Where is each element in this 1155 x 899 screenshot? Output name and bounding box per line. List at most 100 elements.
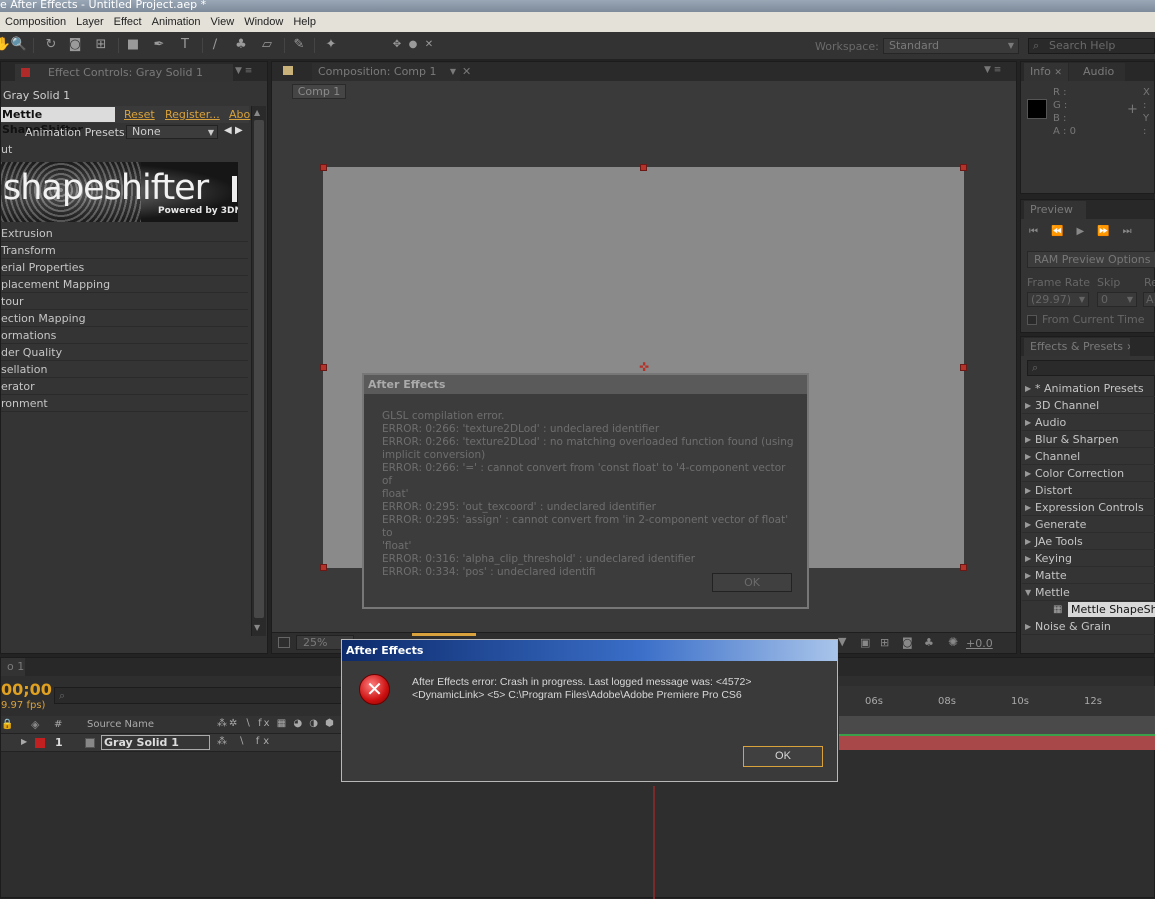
expand-icon[interactable]: ▶ <box>1025 380 1031 396</box>
channel-icon[interactable]: ▼ <box>838 635 846 648</box>
effects-search-input[interactable]: ⌕ <box>1027 360 1155 376</box>
skip-select[interactable]: 0 ▼ <box>1097 292 1137 307</box>
anchor-point-icon[interactable]: ✜ <box>639 360 649 374</box>
always-preview-icon[interactable] <box>278 637 290 648</box>
ep-item[interactable]: ▶ Keying <box>1022 550 1155 567</box>
resolution-select[interactable]: A <box>1143 292 1155 307</box>
close-icon[interactable]: ✕ <box>462 65 471 78</box>
ram-preview-options[interactable]: RAM Preview Options <box>1027 251 1155 268</box>
expand-icon[interactable]: ▶ <box>1025 499 1031 515</box>
tab-info[interactable]: Info ✕ <box>1024 63 1068 81</box>
eraser-icon[interactable]: ▱ <box>258 36 276 54</box>
scroll-up-icon[interactable]: ▲ <box>254 108 260 117</box>
about-link[interactable]: Abo <box>229 108 250 121</box>
group-row[interactable]: sellation <box>1 361 248 378</box>
exposure-icon[interactable]: ✺ <box>948 635 958 649</box>
zoom-icon[interactable]: 🔍 <box>10 36 28 54</box>
ep-item[interactable]: ▶ Color Correction <box>1022 465 1155 482</box>
ep-item[interactable]: ▶ Matte <box>1022 567 1155 584</box>
workspace-select[interactable]: Standard ▼ <box>883 38 1019 54</box>
menu-view[interactable]: View <box>206 16 240 28</box>
ep-item[interactable]: ▶ Blur & Sharpen <box>1022 431 1155 448</box>
comp-breadcrumb[interactable]: Comp 1 <box>292 84 346 99</box>
effect-name[interactable]: Mettle ShapeShifter <box>1 107 115 136</box>
ep-item[interactable]: ▶ JAe Tools <box>1022 533 1155 550</box>
layer-switches[interactable]: ⁂ ∖ fx <box>217 736 273 747</box>
layer-handle[interactable] <box>320 564 327 571</box>
tab-effects-presets[interactable]: Effects & Presets ✕ <box>1024 338 1130 356</box>
flowchart-icon[interactable]: ♣ <box>924 636 934 649</box>
tab-timeline[interactable]: o 1 <box>1 658 25 676</box>
prev-frame-icon[interactable]: ⏪ <box>1051 226 1076 237</box>
axis-view-icon[interactable]: ✕ <box>420 36 438 54</box>
register-link[interactable]: Register... <box>165 108 220 121</box>
menu-layer[interactable]: Layer <box>71 16 109 28</box>
ep-item[interactable]: ▶ Channel <box>1022 448 1155 465</box>
snapshot-icon[interactable]: ◙ <box>902 636 913 649</box>
rotate-icon[interactable]: ↻ <box>42 36 60 54</box>
layer-handle[interactable] <box>960 164 967 171</box>
search-help-input[interactable]: ⌕ Search Help <box>1028 38 1155 54</box>
group-row[interactable]: tour <box>1 293 248 310</box>
group-row[interactable]: ronment <box>1 395 248 412</box>
puppet-pin-icon[interactable]: ✦ <box>322 36 340 54</box>
group-row[interactable]: erator <box>1 378 248 395</box>
expand-icon[interactable]: ▶ <box>1025 618 1031 634</box>
lock-icon[interactable]: 🔒 <box>1 719 13 730</box>
frame-rate-select[interactable]: (29.97) ▼ <box>1027 292 1089 307</box>
ep-item[interactable]: ▶ Generate <box>1022 516 1155 533</box>
animation-presets-select[interactable]: None ▼ <box>126 125 218 139</box>
group-row[interactable]: ormations <box>1 327 248 344</box>
timeline-search-input[interactable]: ⌕ <box>54 687 344 704</box>
menu-effect[interactable]: Effect <box>109 16 147 28</box>
panel-menu-icon[interactable]: ▼ ≡ <box>984 65 1001 75</box>
transparency-icon[interactable]: ⊞ <box>880 636 889 649</box>
tab-effect-controls[interactable]: Effect Controls: Gray Solid 1 <box>15 64 233 82</box>
menu-help[interactable]: Help <box>288 16 321 28</box>
layer-name-field[interactable]: Gray Solid 1 <box>101 735 210 750</box>
first-frame-icon[interactable]: ⏮ <box>1029 226 1051 237</box>
menu-window[interactable]: Window <box>239 16 288 28</box>
group-row[interactable]: erial Properties <box>1 259 248 276</box>
ep-item[interactable]: ▶ Distort <box>1022 482 1155 499</box>
scroll-thumb[interactable] <box>254 120 264 618</box>
table-row[interactable]: ▶ 1 Gray Solid 1 ⁂ ∖ fx <box>1 734 341 752</box>
pen-icon[interactable]: ✒ <box>150 36 168 54</box>
label-color-icon[interactable] <box>35 738 45 748</box>
ep-item[interactable]: ▶ * Animation Presets <box>1022 380 1155 397</box>
current-time-indicator[interactable] <box>653 786 655 899</box>
camera-icon[interactable]: ◙ <box>66 36 84 54</box>
expand-icon[interactable]: ▶ <box>1025 448 1031 464</box>
collapse-icon[interactable]: ▼ <box>1025 584 1031 600</box>
exposure-value[interactable]: +0.0 <box>966 637 993 650</box>
brush-icon[interactable]: ∕ <box>206 36 224 54</box>
expand-icon[interactable]: ▶ <box>1025 431 1031 447</box>
tab-audio[interactable]: Audio <box>1069 63 1125 81</box>
roto-brush-icon[interactable]: ✎ <box>290 36 308 54</box>
layer-handle[interactable] <box>960 564 967 571</box>
reset-link[interactable]: Reset <box>124 108 155 121</box>
clone-stamp-icon[interactable]: ♣ <box>232 36 250 54</box>
ok-button[interactable]: OK <box>743 746 823 767</box>
expand-icon[interactable]: ▶ <box>1025 414 1031 430</box>
layer-handle[interactable] <box>320 164 327 171</box>
time-ruler[interactable]: 06s 08s 10s 12s <box>839 686 1155 716</box>
ep-sub-item-selected[interactable]: Mettle ShapeShif <box>1068 602 1155 617</box>
expand-icon[interactable]: ▶ <box>1025 516 1031 532</box>
scroll-down-icon[interactable]: ▼ <box>254 623 260 632</box>
expand-icon[interactable]: ▶ <box>1025 533 1031 549</box>
ep-item[interactable]: ▶ Noise & Grain <box>1022 618 1155 635</box>
layer-handle[interactable] <box>320 364 327 371</box>
region-icon[interactable]: ▣ <box>860 636 870 649</box>
group-row[interactable]: Extrusion <box>1 225 248 242</box>
work-area-bar[interactable] <box>839 716 1155 734</box>
ok-button[interactable]: OK <box>712 573 792 592</box>
ep-item-mettle[interactable]: ▼ Mettle <box>1022 584 1155 601</box>
layer-duration-bar[interactable] <box>839 736 1155 750</box>
layer-handle[interactable] <box>640 164 647 171</box>
effect-controls-scrollbar[interactable]: ▲ ▼ <box>251 106 266 636</box>
next-frame-icon[interactable]: ⏩ <box>1097 226 1122 237</box>
expand-icon[interactable]: ▶ <box>1025 550 1031 566</box>
expand-icon[interactable]: ▶ <box>1025 482 1031 498</box>
chevron-down-icon[interactable]: ▼ <box>450 63 456 81</box>
